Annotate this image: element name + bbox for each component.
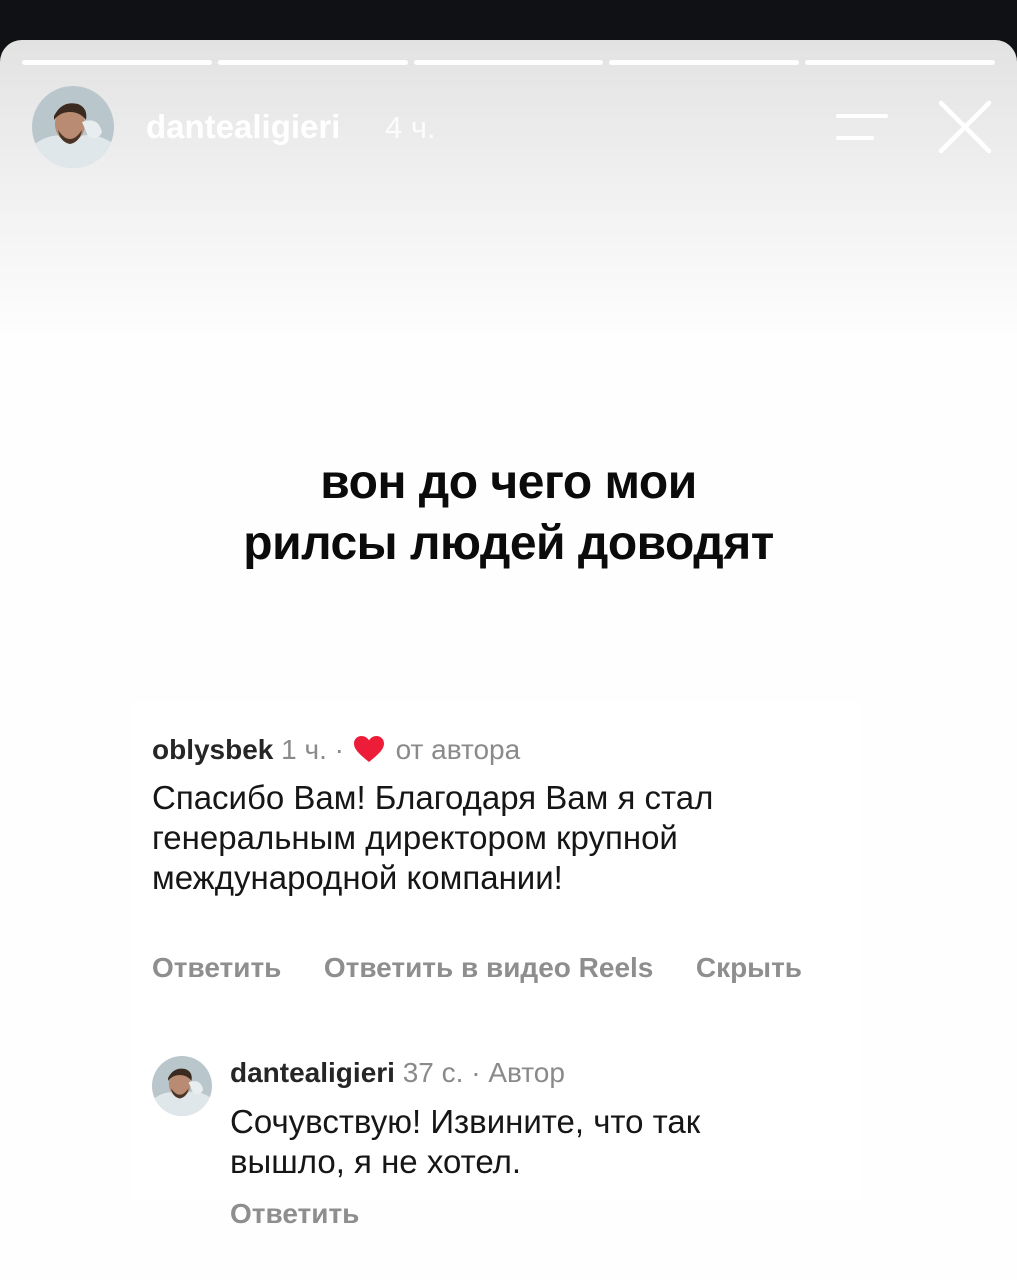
comment-sticker: oblysbek 1 ч. · от автора Спасибо Вам! Б…: [132, 702, 862, 1229]
reply-time: 37 с.: [402, 1057, 464, 1088]
comment-line: Спасибо Вам! Благодаря Вам я стал: [152, 779, 714, 816]
comment-line: международной компании!: [152, 859, 563, 896]
comment-text: Спасибо Вам! Благодаря Вам я стал генера…: [152, 778, 832, 898]
meta-separator: ·: [334, 734, 344, 765]
reply-meta: dantealigieri 37 с. · Автор: [230, 1057, 565, 1089]
caption-line: вон до чего мои: [320, 456, 697, 509]
reply-username[interactable]: dantealigieri: [230, 1057, 395, 1088]
reply-text: Сочувствую! Извините, что так вышло, я н…: [230, 1102, 830, 1182]
meta-separator: ·: [471, 1057, 481, 1088]
author-avatar[interactable]: [32, 86, 114, 168]
reply-to-reply-button[interactable]: Ответить: [230, 1198, 359, 1230]
reply-reels-button[interactable]: Ответить в видео Reels: [324, 952, 654, 984]
comment-actions: Ответить Ответить в видео Reels Скрыть: [152, 952, 840, 984]
story-viewer: dantealigieri 4 ч. вон до чего мои рилсы…: [0, 40, 1017, 1280]
menu-icon[interactable]: [836, 112, 888, 142]
comment-line: генеральным директором крупной: [152, 819, 678, 856]
progress-segment: [805, 60, 995, 65]
reply-button[interactable]: Ответить: [152, 952, 281, 984]
caption-line: рилсы людей доводят: [243, 517, 774, 570]
progress-segment: [22, 60, 212, 65]
reply-line: вышло, я не хотел.: [230, 1143, 522, 1180]
top-gradient: [0, 40, 1017, 340]
heart-icon: [353, 736, 384, 763]
hide-button[interactable]: Скрыть: [696, 952, 802, 984]
close-icon[interactable]: [938, 100, 992, 154]
comment-username[interactable]: oblysbek: [152, 734, 273, 765]
author-badge: Автор: [488, 1057, 565, 1088]
author-username[interactable]: dantealigieri: [146, 108, 340, 146]
liked-by-author-label: от автора: [395, 734, 521, 765]
story-time: 4 ч.: [385, 110, 436, 145]
story-progress-bar: [22, 60, 995, 65]
progress-segment: [609, 60, 800, 65]
comment-meta: oblysbek 1 ч. · от автора: [152, 734, 520, 766]
progress-segment: [217, 60, 408, 65]
comment-time: 1 ч.: [281, 734, 327, 765]
progress-segment: [413, 60, 604, 65]
story-caption: вон до чего мои рилсы людей доводят: [0, 452, 1017, 574]
reply-line: Сочувствую! Извините, что так: [230, 1103, 701, 1140]
reply-avatar[interactable]: [152, 1056, 212, 1116]
